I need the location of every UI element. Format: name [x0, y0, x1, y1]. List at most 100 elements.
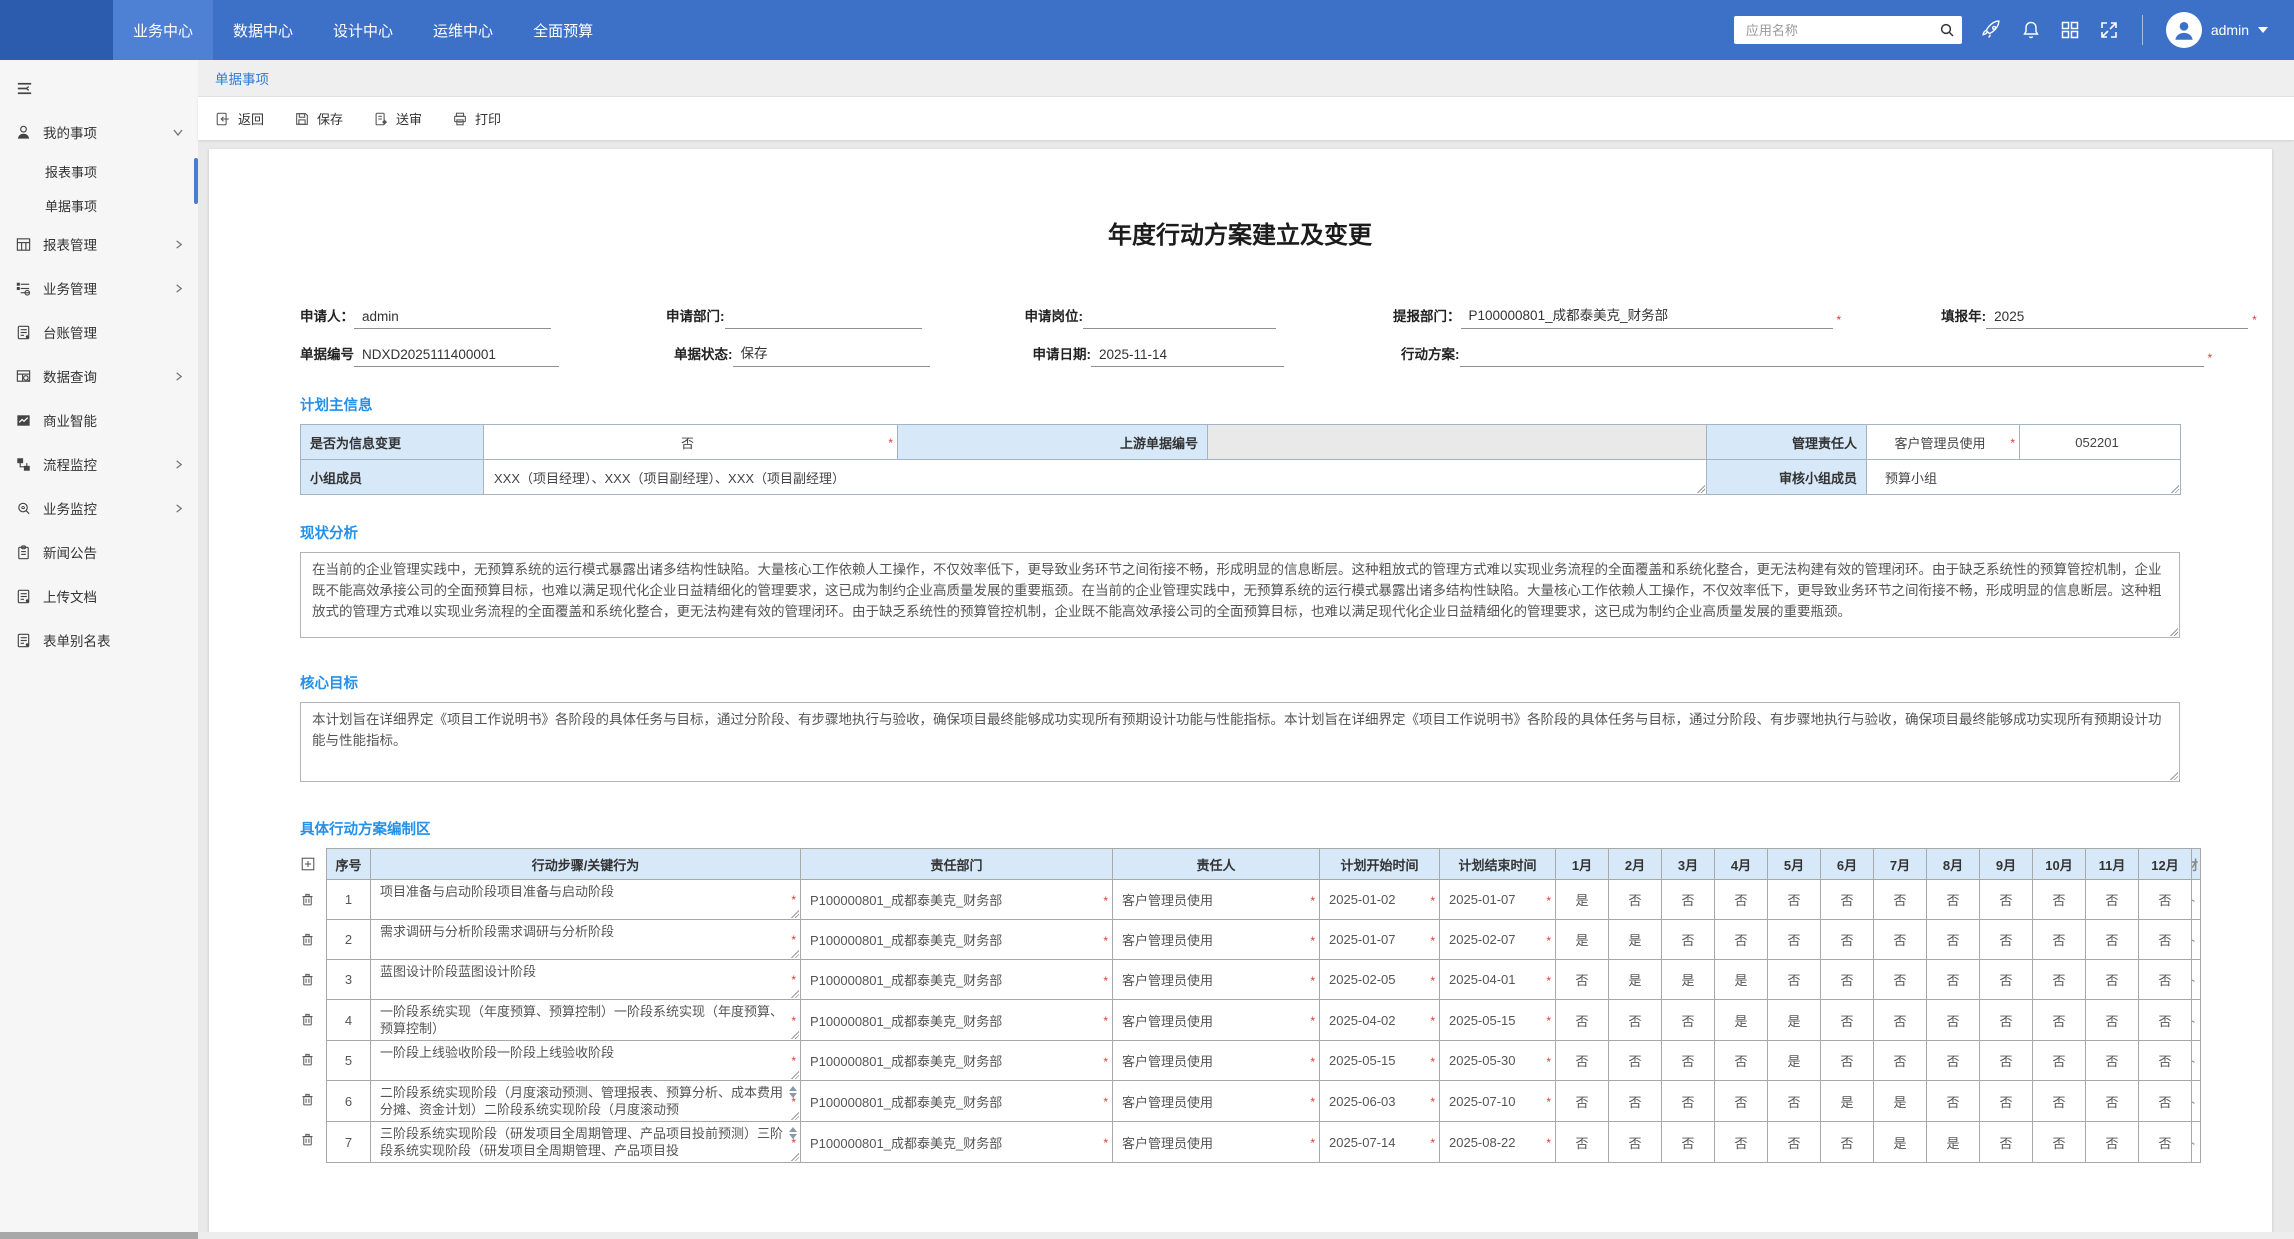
cell-step[interactable]: 三阶段系统实现阶段（研发项目全周期管理、产品项目投前预测）三阶段系统实现阶段（研… — [371, 1122, 801, 1163]
cell-month-9[interactable]: 否 — [1980, 1041, 2033, 1081]
cell-month-11[interactable]: 否 — [2086, 880, 2139, 920]
cell-month-10[interactable]: 否 — [2033, 1000, 2086, 1041]
cell-month-6[interactable]: 否 — [1821, 960, 1874, 1000]
cell-end-date[interactable]: 2025-05-15* — [1440, 1000, 1556, 1041]
cell-month-6[interactable]: 否 — [1821, 920, 1874, 960]
cell-person[interactable]: 客户管理员使用* — [1113, 920, 1320, 960]
sidebar-item-7[interactable]: 业务监控 — [0, 486, 198, 530]
cell-month-1[interactable]: 否 — [1556, 1081, 1609, 1122]
cell-month-11[interactable]: 否 — [2086, 1081, 2139, 1122]
cell-month-2[interactable]: 是 — [1609, 960, 1662, 1000]
cell-month-4[interactable]: 否 — [1715, 1041, 1768, 1081]
cell-month-7[interactable]: 否 — [1874, 960, 1927, 1000]
cell-month-9[interactable]: 否 — [1980, 1081, 2033, 1122]
cell-month-3[interactable]: 否 — [1662, 1041, 1715, 1081]
cell-month-4[interactable]: 是 — [1715, 1000, 1768, 1041]
field-is-info-change[interactable]: 否* — [484, 425, 898, 460]
cell-month-1[interactable]: 否 — [1556, 960, 1609, 1000]
cell-month-12[interactable]: 否 — [2139, 880, 2192, 920]
cell-end-date[interactable]: 2025-05-30* — [1440, 1041, 1556, 1081]
cell-month-8[interactable]: 否 — [1927, 960, 1980, 1000]
sidebar-subitem[interactable]: 报表事项 — [0, 154, 198, 188]
sidebar-collapse-button[interactable] — [0, 66, 198, 110]
cell-month-2[interactable]: 否 — [1609, 1041, 1662, 1081]
cell-end-date[interactable]: 2025-04-01* — [1440, 960, 1556, 1000]
delete-row-button-5[interactable] — [300, 1039, 315, 1079]
cell-dept[interactable]: P100000801_成都泰美克_财务部* — [801, 920, 1113, 960]
cell-dept[interactable]: P100000801_成都泰美克_财务部* — [801, 1041, 1113, 1081]
cell-month-7[interactable]: 否 — [1874, 920, 1927, 960]
cell-month-10[interactable]: 否 — [2033, 960, 2086, 1000]
cell-month-6[interactable]: 是 — [1821, 1081, 1874, 1122]
cell-end-date[interactable]: 2025-02-07* — [1440, 920, 1556, 960]
horizontal-scrollbar-track[interactable] — [0, 1232, 2294, 1239]
horizontal-scrollbar-thumb[interactable] — [0, 1232, 198, 1239]
field-review-team[interactable]: 预算小组 — [1867, 460, 2181, 495]
cell-end-date[interactable]: 2025-07-10* — [1440, 1081, 1556, 1122]
cell-month-8[interactable]: 否 — [1927, 880, 1980, 920]
cell-month-10[interactable]: 否 — [2033, 1122, 2086, 1163]
fullscreen-icon[interactable] — [2099, 20, 2119, 40]
cell-person[interactable]: 客户管理员使用* — [1113, 1122, 1320, 1163]
cell-month-10[interactable]: 否 — [2033, 1041, 2086, 1081]
delete-row-button-3[interactable] — [300, 959, 315, 999]
chevron-down-icon[interactable] — [2258, 27, 2268, 33]
cell-month-7[interactable]: 是 — [1874, 1081, 1927, 1122]
cell-month-5[interactable]: 是 — [1768, 1000, 1821, 1041]
nav-item-3[interactable]: 运维中心 — [413, 0, 513, 60]
sidebar-item-1[interactable]: 报表管理 — [0, 222, 198, 266]
app-search-box[interactable] — [1734, 16, 1962, 44]
toolbar-button-back[interactable]: 返回 — [215, 109, 264, 128]
cell-month-11[interactable]: 否 — [2086, 920, 2139, 960]
cell-month-10[interactable]: 否 — [2033, 920, 2086, 960]
cell-month-4[interactable]: 否 — [1715, 880, 1768, 920]
cell-month-2[interactable]: 否 — [1609, 1122, 1662, 1163]
sidebar-item-5[interactable]: 商业智能 — [0, 398, 198, 442]
cell-person[interactable]: 客户管理员使用* — [1113, 1081, 1320, 1122]
cell-month-1[interactable]: 否 — [1556, 1000, 1609, 1041]
nav-item-1[interactable]: 数据中心 — [213, 0, 313, 60]
cell-month-5[interactable]: 是 — [1768, 1041, 1821, 1081]
cell-month-12[interactable]: 否 — [2139, 1081, 2192, 1122]
cell-month-2[interactable]: 否 — [1609, 1081, 1662, 1122]
toolbar-button-submit[interactable]: 送审 — [373, 109, 422, 128]
cell-end-date[interactable]: 2025-08-22* — [1440, 1122, 1556, 1163]
nav-item-2[interactable]: 设计中心 — [313, 0, 413, 60]
cell-month-9[interactable]: 否 — [1980, 1122, 2033, 1163]
field-input[interactable]: admin — [354, 309, 551, 329]
cell-month-11[interactable]: 否 — [2086, 960, 2139, 1000]
sidebar-item-4[interactable]: 数据查询 — [0, 354, 198, 398]
search-icon[interactable] — [1939, 22, 1955, 38]
cell-month-2[interactable]: 否 — [1609, 1000, 1662, 1041]
delete-row-button-2[interactable] — [300, 919, 315, 959]
cell-dept[interactable]: P100000801_成都泰美克_财务部* — [801, 880, 1113, 920]
cell-month-1[interactable]: 否 — [1556, 1122, 1609, 1163]
field-input[interactable]: P100000801_成都泰美克_财务部 — [1461, 304, 1833, 329]
cell-start-date[interactable]: 2025-06-03* — [1320, 1081, 1440, 1122]
cell-month-6[interactable]: 否 — [1821, 1041, 1874, 1081]
cell-month-10[interactable]: 否 — [2033, 880, 2086, 920]
delete-row-button-4[interactable] — [300, 999, 315, 1039]
bell-icon[interactable] — [2021, 20, 2041, 40]
delete-row-button-7[interactable] — [300, 1119, 315, 1159]
cell-step[interactable]: 二阶段系统实现阶段（月度滚动预测、管理报表、预算分析、成本费用分摊、资金计划）二… — [371, 1081, 801, 1122]
cell-month-4[interactable]: 否 — [1715, 1122, 1768, 1163]
cell-step[interactable]: 一阶段系统实现（年度预算、预算控制）一阶段系统实现（年度预算、预算控制）* — [371, 1000, 801, 1041]
sidebar-item-10[interactable]: 表单别名表 — [0, 618, 198, 662]
cell-month-11[interactable]: 否 — [2086, 1000, 2139, 1041]
cell-month-3[interactable]: 否 — [1662, 1122, 1715, 1163]
toolbar-button-save[interactable]: 保存 — [294, 109, 343, 128]
app-search-input[interactable] — [1744, 22, 1939, 39]
cell-month-6[interactable]: 否 — [1821, 880, 1874, 920]
cell-month-6[interactable]: 否 — [1821, 1000, 1874, 1041]
cell-month-12[interactable]: 否 — [2139, 1041, 2192, 1081]
cell-month-3[interactable]: 是 — [1662, 960, 1715, 1000]
cell-month-7[interactable]: 否 — [1874, 880, 1927, 920]
field-input[interactable]: 2025-11-14 — [1091, 347, 1284, 367]
delete-row-button-1[interactable] — [300, 879, 315, 919]
cell-dept[interactable]: P100000801_成都泰美克_财务部* — [801, 1081, 1113, 1122]
cell-month-2[interactable]: 否 — [1609, 880, 1662, 920]
cell-start-date[interactable]: 2025-07-14* — [1320, 1122, 1440, 1163]
cell-start-date[interactable]: 2025-01-07* — [1320, 920, 1440, 960]
cell-person[interactable]: 客户管理员使用* — [1113, 960, 1320, 1000]
